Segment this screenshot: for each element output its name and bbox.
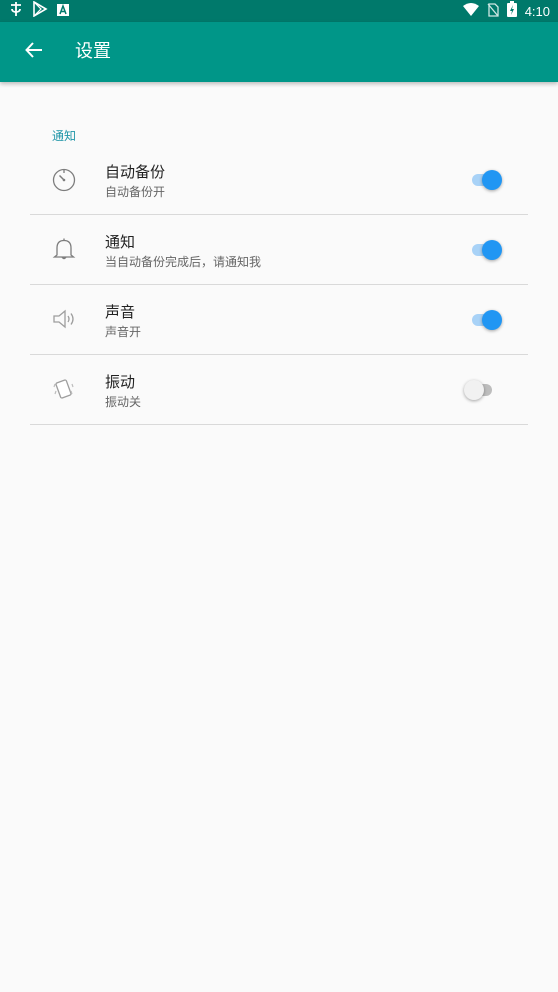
setting-row-sound[interactable]: 声音 声音开 <box>30 285 528 355</box>
toggle-thumb <box>464 380 484 400</box>
toggle-thumb <box>482 240 502 260</box>
back-button[interactable] <box>14 32 54 72</box>
setting-title: 声音 <box>105 303 136 321</box>
setting-title: 自动备份 <box>105 163 166 181</box>
bell-icon <box>50 235 78 263</box>
play-store-icon <box>32 0 48 21</box>
page-title: 设置 <box>75 41 111 62</box>
section-header: 通知 <box>52 129 77 143</box>
status-right-icons: 4:10 <box>462 1 550 21</box>
toggle-thumb <box>482 170 502 190</box>
sound-toggle[interactable] <box>470 309 504 331</box>
toggle-thumb <box>482 310 502 330</box>
setting-row-notification[interactable]: 通知 当自动备份完成后，请通知我 <box>30 215 528 285</box>
vibrate-icon <box>50 375 78 403</box>
wifi-icon <box>462 2 479 21</box>
setting-row-auto-backup[interactable]: 自动备份 自动备份开 <box>30 145 528 215</box>
settings-list: 自动备份 自动备份开 通知 当自动备份完成后，请通知我 声音 声音开 振动 振动… <box>30 145 528 425</box>
status-time: 4:10 <box>524 3 550 19</box>
setting-summary: 自动备份开 <box>105 185 166 199</box>
notification-toggle[interactable] <box>470 239 504 261</box>
setting-summary: 当自动备份完成后，请通知我 <box>105 255 262 269</box>
bug-icon <box>8 1 24 21</box>
font-icon <box>56 2 70 21</box>
status-bar: 4:10 <box>0 0 558 22</box>
app-toolbar: 设置 <box>0 22 558 82</box>
setting-summary: 声音开 <box>105 325 142 339</box>
setting-title: 振动 <box>105 373 136 391</box>
no-sim-icon <box>487 2 499 21</box>
vibrate-toggle[interactable] <box>464 379 498 401</box>
arrow-back-icon <box>25 41 43 63</box>
setting-row-vibrate[interactable]: 振动 振动关 <box>30 355 528 425</box>
battery-charging-icon <box>506 1 517 21</box>
timer-icon <box>50 165 78 193</box>
speaker-icon <box>50 305 78 333</box>
status-left-icons <box>8 0 70 21</box>
setting-summary: 振动关 <box>105 395 142 409</box>
auto-backup-toggle[interactable] <box>470 169 504 191</box>
setting-title: 通知 <box>105 233 136 251</box>
